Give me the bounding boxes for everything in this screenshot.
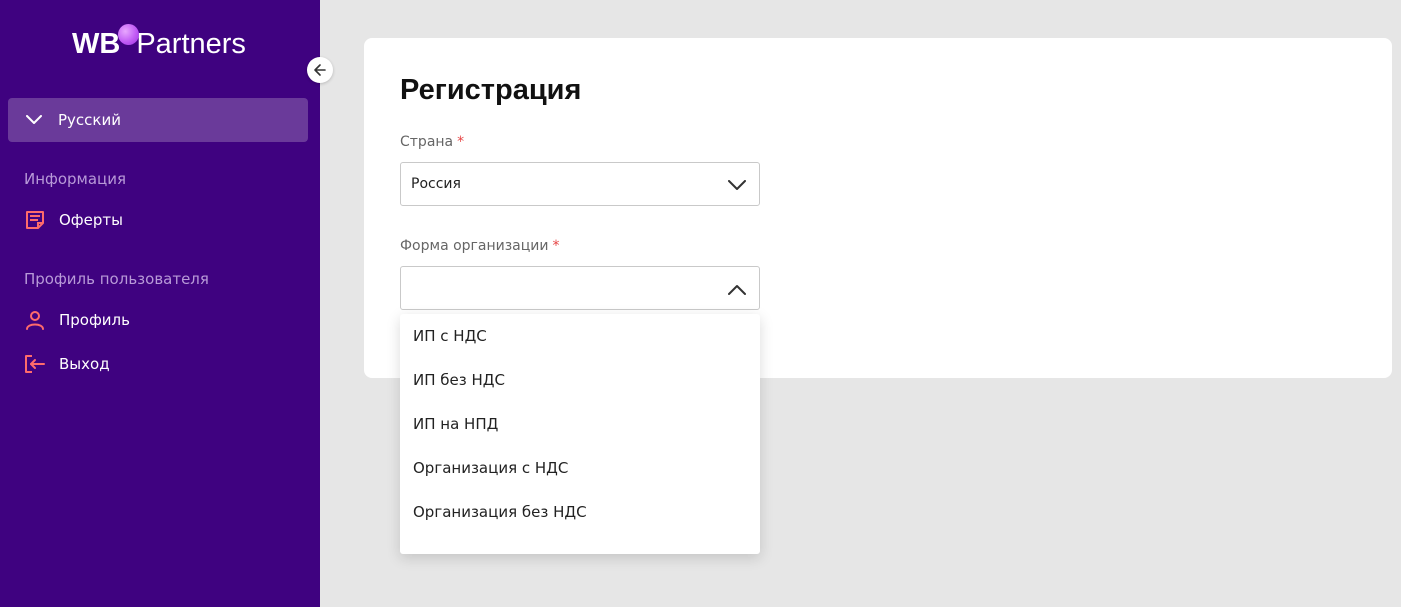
sidebar-item-label: Выход [59, 355, 110, 373]
language-selector[interactable]: Русский [8, 98, 308, 142]
section-title-info: Информация [24, 170, 127, 188]
required-mark: * [552, 238, 560, 254]
sidebar-collapse-button[interactable] [307, 57, 333, 83]
sidebar-item-logout[interactable]: Выход [24, 351, 110, 377]
dropdown-option[interactable]: Организация без НДС [400, 490, 760, 534]
section-title-profile: Профиль пользователя [24, 270, 209, 288]
dropdown-option[interactable]: Организация с НДС [400, 446, 760, 490]
dropdown-option[interactable]: ИП с НДС [400, 314, 760, 358]
country-label: Страна * [400, 134, 464, 150]
language-label: Русский [58, 111, 121, 129]
dropdown-option[interactable]: ИП без НДС [400, 358, 760, 402]
brand-wb: WB [72, 27, 121, 60]
brand-partners: Partners [136, 27, 246, 60]
brand-logo[interactable]: WB Partners [72, 24, 246, 64]
dropdown-option-cut[interactable] [400, 534, 760, 554]
arrow-left-icon [313, 63, 327, 77]
country-label-text: Страна [400, 134, 454, 150]
chevron-down-icon [26, 115, 42, 125]
sidebar-item-offers[interactable]: Оферты [24, 207, 123, 233]
sidebar-item-profile[interactable]: Профиль [24, 307, 130, 333]
brand-dot-icon [118, 24, 139, 45]
country-select-value: Россия [411, 176, 461, 192]
org-form-select[interactable] [400, 266, 760, 310]
country-select[interactable]: Россия [400, 162, 760, 206]
org-form-label: Форма организации * [400, 238, 559, 254]
logout-icon [24, 353, 46, 375]
org-form-dropdown[interactable]: ИП с НДС ИП без НДС ИП на НПД Организаци… [400, 314, 760, 554]
org-form-label-text: Форма организации [400, 238, 549, 254]
sidebar-item-label: Профиль [59, 311, 130, 329]
required-mark: * [457, 134, 465, 150]
sidebar-item-label: Оферты [59, 211, 123, 229]
user-icon [24, 309, 46, 331]
sidebar: WB Partners Русский Информация Оферты Пр… [0, 0, 320, 607]
chevron-up-icon [727, 279, 747, 299]
chevron-down-icon [727, 175, 747, 195]
page-title: Регистрация [400, 74, 582, 106]
dropdown-option[interactable]: ИП на НПД [400, 402, 760, 446]
document-icon [24, 209, 46, 231]
